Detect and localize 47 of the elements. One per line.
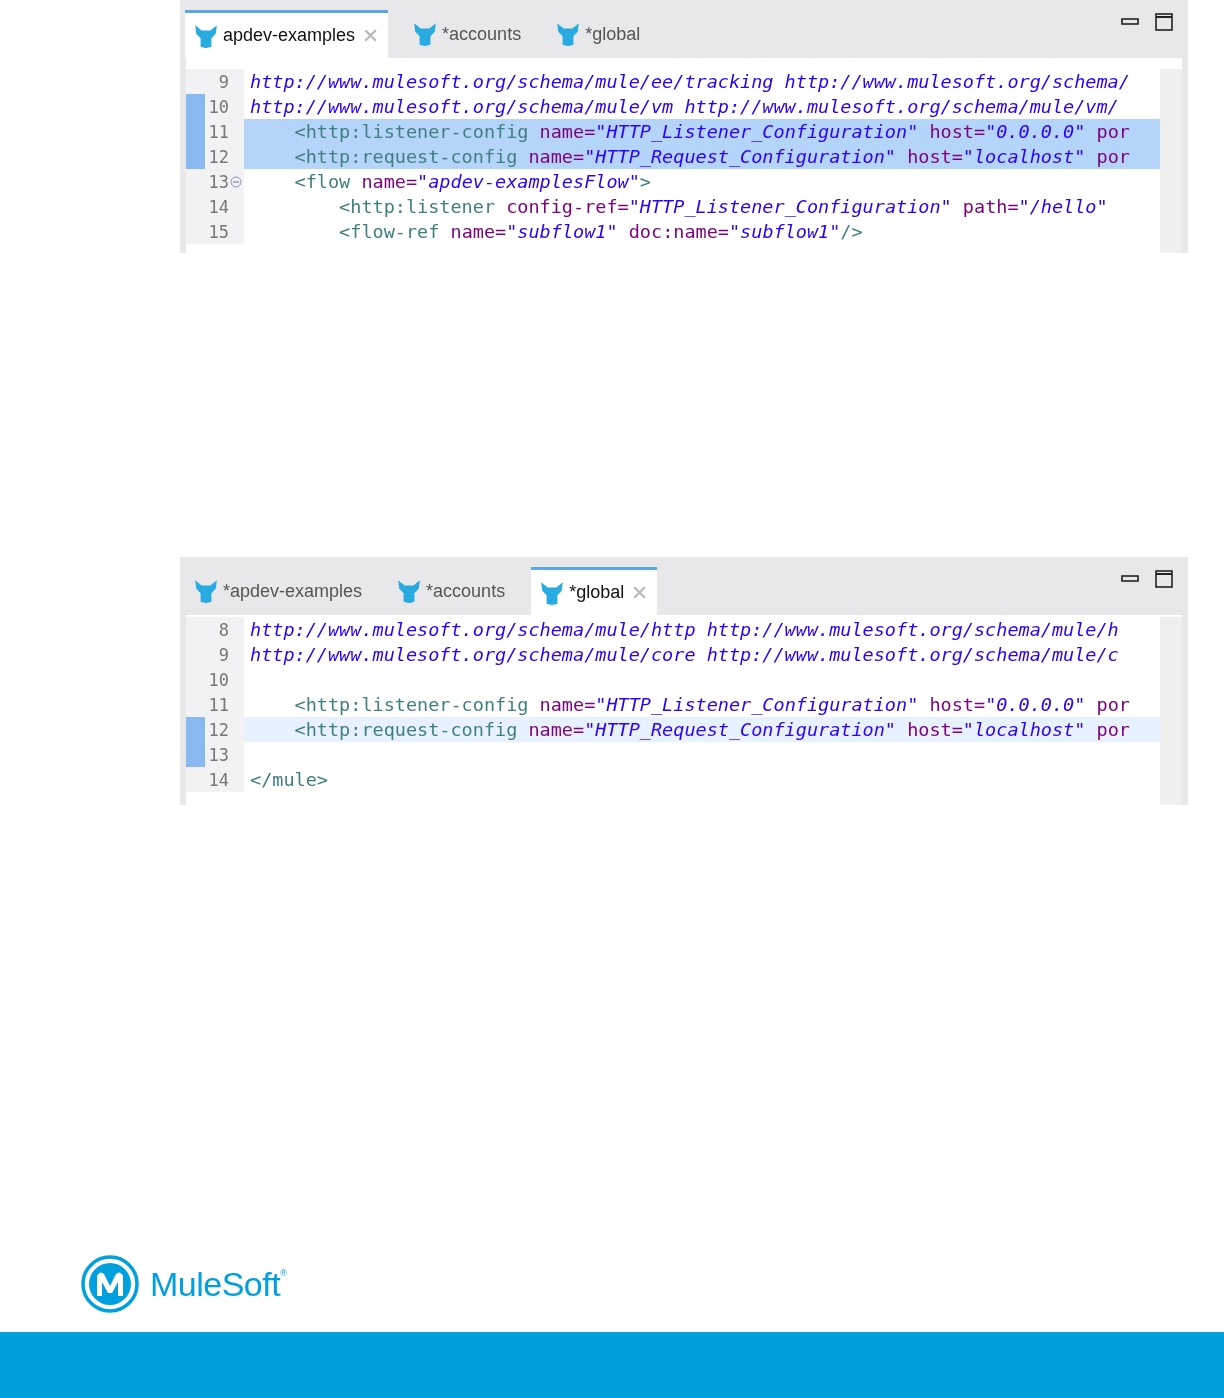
mule-head-icon	[539, 579, 566, 606]
line-number: 14	[207, 196, 229, 217]
maximize-icon[interactable]	[1154, 12, 1174, 32]
editor-tab[interactable]: *apdev-examples	[185, 567, 373, 615]
code-line: <http:request-config name="HTTP_Request_Configuration" host="localhost" por	[293, 146, 1130, 167]
code-line: http://www.mulesoft.org/schema/mule/vm http://www.mulesoft.org/schema/mule/vm/	[250, 96, 1119, 117]
mule-head-icon	[396, 578, 423, 604]
mule-head-icon	[412, 21, 439, 47]
editor-tab[interactable]: *accounts	[404, 10, 532, 58]
code-line: <flow name="apdev-examplesFlow">	[293, 171, 651, 192]
code-line: <http:request-config name="HTTP_Request_Configuration" host="localhost" por	[293, 719, 1130, 740]
editor-tab[interactable]: *accounts	[388, 567, 516, 615]
code-line: </mule>	[250, 769, 328, 790]
editor-tab[interactable]: *global	[547, 10, 651, 58]
collapse-icon[interactable]	[230, 175, 242, 188]
editor-tab[interactable]: *global	[531, 567, 658, 615]
logo-wordmark: MuleSoft	[150, 1264, 281, 1304]
scrollbar[interactable]	[1160, 69, 1182, 253]
code-line: <http:listener-config name="HTTP_Listener_Configuration" host="0.0.0.0" por	[293, 121, 1130, 142]
line-number: 12	[207, 146, 229, 167]
mule-head-icon	[193, 22, 219, 49]
editor-tab[interactable]: apdev-examples	[185, 10, 389, 58]
line-number: 10	[207, 96, 229, 117]
line-number: 11	[207, 694, 229, 715]
maximize-icon[interactable]	[1154, 569, 1174, 589]
line-number: 9	[217, 71, 229, 92]
line-number: 13	[207, 171, 229, 192]
code-line: http://www.mulesoft.org/schema/mule/http http://www.mulesoft.org/schema/mule/h	[250, 619, 1119, 640]
line-number: 12	[207, 719, 229, 740]
logo-icon	[80, 1254, 140, 1314]
line-number: 14	[207, 769, 229, 790]
line-number: 9	[217, 644, 229, 665]
code-line: <http:listener-config name="HTTP_Listener_Configuration" host="0.0.0.0" por	[293, 694, 1130, 715]
close-icon[interactable]	[363, 28, 379, 43]
close-icon[interactable]	[632, 585, 648, 600]
line-number: 13	[207, 744, 229, 765]
code-line: <http:listener config-ref="HTTP_Listener_Configuration" path="/hello"	[338, 196, 1108, 217]
mule-head-icon	[193, 578, 219, 604]
line-number: 11	[207, 121, 229, 142]
mule-head-icon	[555, 21, 582, 47]
line-number: 10	[207, 669, 229, 690]
code-line: <flow-ref name="subflow1" doc:name="subflow1"/>	[338, 221, 863, 242]
line-number: 8	[217, 619, 229, 640]
registered-mark: ®	[280, 1268, 287, 1278]
code-line: http://www.mulesoft.org/schema/mule/core http://www.mulesoft.org/schema/mule/c	[250, 644, 1119, 665]
line-number: 15	[207, 221, 229, 242]
code-line: http://www.mulesoft.org/schema/mule/ee/tracking http://www.mulesoft.org/schema/	[250, 71, 1130, 92]
